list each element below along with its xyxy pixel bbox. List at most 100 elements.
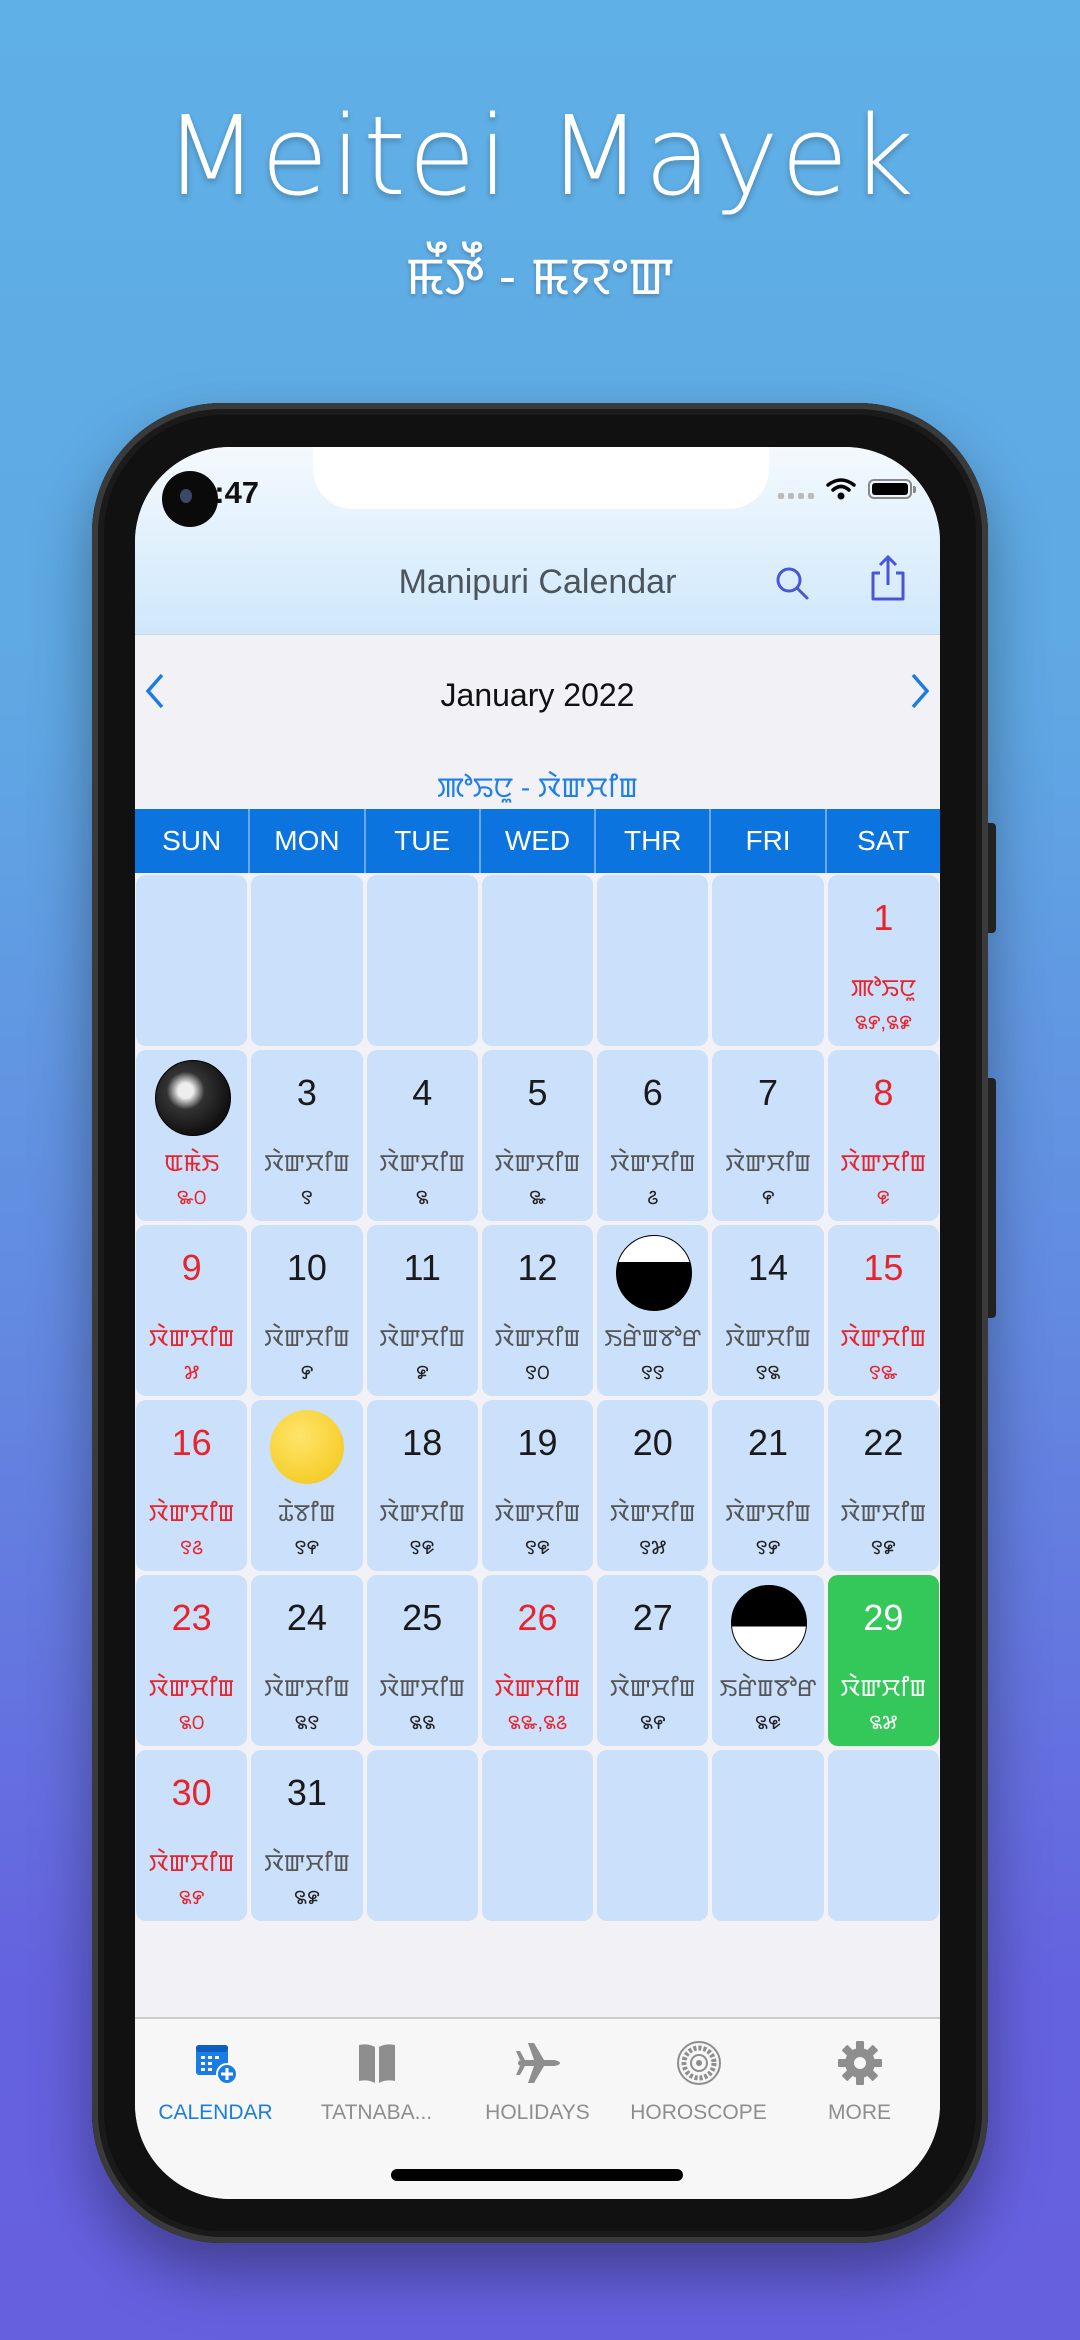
search-icon[interactable] xyxy=(772,563,812,603)
hero-subtitle: ꯃꯩꯇꯩ - ꯃꯌꯦꯛ xyxy=(405,248,675,306)
day-number: 29 xyxy=(863,1597,904,1638)
calendar-day-cell[interactable]: ꯑꯃꯥꯏ ꯳꯰ xyxy=(136,1050,248,1221)
day-number: 18 xyxy=(402,1422,443,1463)
home-indicator xyxy=(391,2169,683,2181)
meitei-month-label: ꯋꯥꯛꯆꯤꯡ xyxy=(840,1325,927,1352)
calendar-day-cell[interactable]: ꯊꯥꯕꯤꯡ ꯱꯵ xyxy=(251,1400,363,1571)
book-icon xyxy=(358,2044,395,2083)
calendar-empty-cell xyxy=(712,875,824,1046)
share-icon[interactable] xyxy=(868,553,908,603)
tab-tatnaba-label: TATNABA... xyxy=(320,2101,433,2124)
calendar-day-cell[interactable]: 1 ꯄꯣꯢꯅꯨ ꯲꯸,꯲꯹ xyxy=(827,875,939,1046)
meitei-month-label: ꯄꯣꯢꯅꯨ xyxy=(850,975,916,1002)
meitei-month-label: ꯋꯥꯛꯆꯤꯡ xyxy=(494,1325,581,1352)
camera-icon xyxy=(162,471,218,527)
tab-calendar[interactable]: CALENDAR xyxy=(135,2019,296,2199)
calendar-day-cell[interactable]: 12 ꯋꯥꯛꯆꯤꯡ ꯱꯰ xyxy=(481,1225,594,1396)
calendar-empty-cell xyxy=(366,875,478,1046)
calendar-day-cell[interactable]: 7 ꯋꯥꯛꯆꯤꯡ ꯵ xyxy=(712,1050,824,1221)
meitei-lunar-day: ꯲꯲ xyxy=(409,1712,436,1734)
meitei-month-label: ꯏꯔꯥꯡꯕꯣꯔ xyxy=(604,1325,702,1352)
meitei-month-label: ꯋꯥꯛꯆꯤꯡ xyxy=(725,1325,811,1352)
calendar-day-cell[interactable]: ꯏꯔꯥꯡꯕꯣꯔ ꯱꯱ xyxy=(597,1225,709,1396)
day-number: 1 xyxy=(873,897,894,938)
calendar-day-cell[interactable]: 29 ꯋꯥꯛꯆꯤꯡ ꯲꯷ xyxy=(827,1575,939,1746)
chevron-right-icon[interactable] xyxy=(900,669,940,719)
airplane-icon xyxy=(515,2043,560,2083)
calendar-day-cell[interactable]: 8 ꯋꯥꯛꯆꯤꯡ ꯶ xyxy=(827,1050,939,1221)
day-number: 21 xyxy=(748,1422,789,1463)
meitei-lunar-day: ꯲꯳,꯲꯴ xyxy=(507,1712,568,1734)
meitei-lunar-day: ꯷ xyxy=(183,1362,200,1384)
calendar-day-cell[interactable]: 26 ꯋꯥꯛꯆꯤꯡ ꯲꯳,꯲꯴ xyxy=(481,1575,594,1746)
meitei-month-label: ꯋꯥꯛꯆꯤꯡ xyxy=(840,1500,927,1527)
calendar-day-cell[interactable]: 20 ꯋꯥꯛꯆꯤꯡ ꯱꯷ xyxy=(597,1400,709,1571)
tab-bar: CALENDAR TATNABA... HOLIDAYS HOROSCOPE M… xyxy=(135,2017,940,2199)
half-moon-icon xyxy=(731,1585,808,1661)
weekday-sun: SUN xyxy=(162,825,222,856)
calendar-day-cell[interactable]: ꯏꯔꯥꯡꯕꯣꯔ ꯲꯶ xyxy=(712,1575,824,1746)
meitei-lunar-day: ꯲ xyxy=(415,1187,429,1209)
meitei-lunar-day: ꯴ xyxy=(647,1187,659,1209)
status-icons xyxy=(778,477,916,501)
calendar-day-cell[interactable]: 22 ꯋꯥꯛꯆꯤꯡ ꯱꯹ xyxy=(827,1400,939,1571)
calendar-day-cell[interactable]: 6 ꯋꯥꯛꯆꯤꯡ ꯴ xyxy=(597,1050,709,1221)
calendar-empty-cell xyxy=(712,1750,824,1921)
wifi-icon xyxy=(826,478,856,500)
cellular-signal-icon xyxy=(778,479,814,499)
day-number: 3 xyxy=(296,1072,317,1113)
calendar-day-cell[interactable]: 3 ꯋꯥꯛꯆꯤꯡ ꯱ xyxy=(251,1050,363,1221)
calendar-day-cell[interactable]: 14 ꯋꯥꯛꯆꯤꯡ ꯱꯲ xyxy=(712,1225,824,1396)
day-number: 26 xyxy=(517,1597,558,1638)
calendar-day-cell[interactable]: 19 ꯋꯥꯛꯆꯤꯡ ꯱꯶ xyxy=(481,1400,594,1571)
weekday-tue: TUE xyxy=(363,809,479,873)
meitei-lunar-day: ꯲꯷ xyxy=(869,1712,898,1734)
calendar-day-cell[interactable]: 16 ꯋꯥꯛꯆꯤꯡ ꯱꯴ xyxy=(136,1400,248,1571)
calendar-day-cell[interactable]: 4 ꯋꯥꯛꯆꯤꯡ ꯲ xyxy=(366,1050,478,1221)
calendar-day-cell[interactable]: 23 ꯋꯥꯛꯆꯤꯡ ꯲꯰ xyxy=(136,1575,248,1746)
day-number: 19 xyxy=(517,1422,558,1463)
calendar-day-cell[interactable]: 11 ꯋꯥꯛꯆꯤꯡ ꯹ xyxy=(366,1225,478,1396)
meitei-lunar-day: ꯲꯸,꯲꯹ xyxy=(854,1012,912,1034)
meitei-month-label: ꯋꯥꯛꯆꯤꯡ xyxy=(264,1675,350,1702)
calendar-day-cell[interactable]: 25 ꯋꯥꯛꯆꯤꯡ ꯲꯲ xyxy=(366,1575,478,1746)
calendar-day-cell[interactable]: 9 ꯋꯥꯛꯆꯤꯡ ꯷ xyxy=(136,1225,248,1396)
meitei-month-label: ꯋꯥꯛꯆꯤꯡ xyxy=(840,1150,927,1177)
meitei-lunar-day: ꯲꯱ xyxy=(294,1712,320,1734)
meitei-lunar-day: ꯶ xyxy=(876,1187,890,1209)
calendar-day-cell[interactable]: 15 ꯋꯥꯛꯆꯤꯡ ꯱꯳ xyxy=(827,1225,939,1396)
calendar-day-cell[interactable]: 27 ꯋꯥꯛꯆꯤꯡ ꯲꯵ xyxy=(597,1575,709,1746)
meitei-month-label: ꯋꯥꯛꯆꯤꯡ xyxy=(725,1500,811,1527)
notch xyxy=(313,447,769,509)
day-number: 14 xyxy=(748,1247,789,1288)
new-moon-icon xyxy=(154,1060,231,1136)
calendar-day-cell[interactable]: 31 ꯋꯥꯛꯆꯤꯡ ꯲꯹ xyxy=(251,1750,363,1921)
calendar-day-cell[interactable]: 5 ꯋꯥꯛꯆꯤꯡ ꯳ xyxy=(481,1050,594,1221)
meitei-month-label: ꯋꯥꯛꯆꯤꯡ xyxy=(609,1500,696,1527)
nav-header: 9:47 Manipuri Calendar xyxy=(135,447,940,635)
full-moon-icon xyxy=(269,1410,344,1484)
meitei-lunar-day: ꯱꯶ xyxy=(409,1537,435,1559)
meitei-month-label: ꯊꯥꯕꯤꯡ xyxy=(278,1500,336,1527)
calendar-day-cell[interactable]: 10 ꯋꯥꯛꯆꯤꯡ ꯸ xyxy=(251,1225,363,1396)
day-number: 20 xyxy=(632,1422,673,1463)
meitei-month-label: ꯋꯥꯛꯆꯤꯡ xyxy=(725,1150,811,1177)
calendar-empty-cell xyxy=(136,875,248,1046)
calendar-day-cell[interactable]: 30 ꯋꯥꯛꯆꯤꯡ ꯲꯸ xyxy=(136,1750,248,1921)
meitei-lunar-day: ꯵ xyxy=(761,1187,775,1209)
calendar-empty-cell xyxy=(597,1750,709,1921)
month-title: January 2022 xyxy=(440,677,635,713)
calendar-day-cell[interactable]: 18 ꯋꯥꯛꯆꯤꯡ ꯱꯶ xyxy=(366,1400,478,1571)
meitei-month-label: ꯋꯥꯛꯆꯤꯡ xyxy=(264,1150,350,1177)
meitei-lunar-day: ꯸ xyxy=(300,1362,314,1384)
calendar-day-cell[interactable]: 21 ꯋꯥꯛꯆꯤꯡ ꯱꯸ xyxy=(712,1400,824,1571)
day-number: 8 xyxy=(873,1072,894,1113)
meitei-month-label: ꯋꯥꯛꯆꯤꯡ xyxy=(148,1850,235,1877)
day-number: 22 xyxy=(863,1422,904,1463)
weekday-mon: MON xyxy=(248,809,363,873)
phone-power-button xyxy=(988,1078,996,1318)
weekday-fri: FRI xyxy=(709,809,824,873)
calendar-day-cell[interactable]: 24 ꯋꯥꯛꯆꯤꯡ ꯲꯱ xyxy=(251,1575,363,1746)
tab-more[interactable]: MORE xyxy=(779,2019,940,2199)
meitei-month-label: ꯋꯥꯛꯆꯤꯡ xyxy=(494,1150,581,1177)
